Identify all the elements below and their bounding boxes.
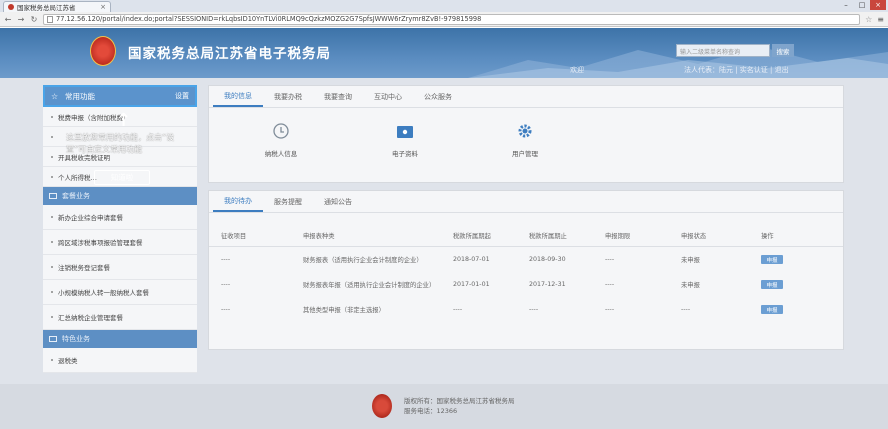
folder-icon [397, 126, 413, 138]
footer-text: 版权所有：国家税务总局江苏省税务局 服务电话：12366 [404, 396, 515, 416]
taxpayer-info-icon [273, 123, 289, 139]
e-documents-shortcut[interactable]: 电子资料 [375, 122, 435, 158]
star-icon: ☆ [51, 91, 59, 101]
column-header: 征收项目 [221, 233, 247, 240]
favorites-label: 常用功能 [65, 91, 95, 101]
user-links[interactable]: 法人代表：陆元 | 实名认证 | 退出 [684, 65, 789, 75]
sidebar-section-header[interactable]: 套餐业务 [43, 187, 197, 205]
close-window-icon[interactable]: × [870, 0, 886, 10]
sidebar-item[interactable]: 退税类 [43, 348, 197, 373]
browser-toolbar: ← → ↻ 77.12.56.120/portal/index.do;porta… [0, 12, 888, 27]
url-text: 77.12.56.120/portal/index.do;portal?SESS… [56, 15, 482, 23]
sidebar-item[interactable]: 汇总纳税企业管理套餐 [43, 305, 197, 330]
task-panel: 我的待办 服务提醒 通知公告 征收项目 申报表种类 税款所属期起 税款所属期止 … [208, 190, 844, 350]
sidebar-item[interactable]: 跨区域涉税事项报验管理套餐 [43, 230, 197, 255]
maximize-icon[interactable]: □ [854, 0, 870, 10]
tax-emblem-logo [90, 36, 116, 66]
column-header: 申报期限 [605, 233, 631, 240]
sidebar-item[interactable]: 注销税务登记套餐 [43, 255, 197, 280]
reload-icon[interactable]: ↻ [30, 15, 38, 24]
info-panel: 我的信息 我要办税 我要查询 互动中心 公众服务 纳税人信息 电子资料 用户管理 [208, 85, 844, 183]
table-row: ---- 财务报表年报（适用执行企业会计制度的企业） 2017-01-01 20… [209, 272, 843, 297]
package-list: 新办企业综合申请套餐 跨区域涉税事项报验管理套餐 注销税务登记套餐 小规模纳税人… [43, 205, 197, 330]
shortcut-area: 纳税人信息 电子资料 用户管理 [209, 108, 843, 182]
feature-list: 退税类 [43, 348, 197, 373]
footer-phone: 服务电话：12366 [404, 407, 458, 415]
sidebar-section-header[interactable]: 特色业务 [43, 330, 197, 348]
site-title: 国家税务总局江苏省电子税务局 [128, 46, 331, 62]
page-icon [47, 15, 53, 23]
page-content: 国家税务总局江苏省电子税务局 输入二级菜单名称查询 搜索 欢迎 法人代表：陆元 … [0, 28, 888, 429]
tab-do-tax[interactable]: 我要办税 [263, 86, 313, 107]
address-bar[interactable]: 77.12.56.120/portal/index.do;portal?SESS… [43, 13, 861, 25]
tab-query[interactable]: 我要查询 [313, 86, 363, 107]
minimize-icon[interactable]: – [838, 0, 854, 10]
sidebar-item[interactable]: 新办企业综合申请套餐 [43, 205, 197, 230]
browser-tab-title: 国家税务总局江苏省 [17, 4, 76, 12]
column-header: 税款所属期止 [529, 233, 567, 240]
footer-copyright: 版权所有：国家税务总局江苏省税务局 [404, 397, 515, 405]
site-banner: 国家税务总局江苏省电子税务局 输入二级菜单名称查询 搜索 欢迎 法人代表：陆元 … [0, 28, 888, 78]
welcome-text: 欢迎 [570, 66, 584, 74]
column-header: 申报状态 [681, 233, 707, 240]
file-return-button[interactable]: 申报 [761, 280, 783, 289]
search-button[interactable]: 搜索 [772, 44, 794, 57]
tab-my-info[interactable]: 我的信息 [213, 86, 263, 107]
sidebar-item[interactable]: 小规模纳税人转一般纳税人套餐 [43, 280, 197, 305]
table-row: ---- 财务报表（适用执行企业会计制度的企业） 2018-07-01 2018… [209, 247, 843, 272]
tab-my-todo[interactable]: 我的待办 [213, 191, 263, 212]
back-icon[interactable]: ← [4, 15, 12, 24]
taxpayer-info-shortcut[interactable]: 纳税人信息 [251, 122, 311, 158]
package-icon [49, 193, 57, 199]
forward-icon[interactable]: → [17, 15, 25, 24]
search-input[interactable]: 输入二级菜单名称查询 [676, 44, 770, 57]
tab-notices[interactable]: 通知公告 [313, 191, 363, 212]
column-header: 申报表种类 [303, 233, 335, 240]
bookmark-star-icon[interactable]: ☆ [865, 15, 872, 24]
tab-service-reminder[interactable]: 服务提醒 [263, 191, 313, 212]
tab-interaction[interactable]: 互动中心 [363, 86, 413, 107]
menu-icon[interactable]: ≡ [877, 15, 884, 24]
task-tabs: 我的待办 服务提醒 通知公告 [209, 191, 843, 213]
column-header: 税款所属期起 [453, 233, 491, 240]
table-header: 征收项目 申报表种类 税款所属期起 税款所属期止 申报期限 申报状态 操作 [209, 225, 843, 247]
browser-tab-bar: 国家税务总局江苏省 × – □ × [0, 0, 888, 12]
site-favicon-icon [8, 4, 14, 10]
footer-logo [372, 394, 392, 418]
user-management-shortcut[interactable]: 用户管理 [495, 122, 555, 158]
file-return-button[interactable]: 申报 [761, 255, 783, 264]
footer: 版权所有：国家税务总局江苏省税务局 服务电话：12366 [0, 384, 888, 429]
tab-public-service[interactable]: 公众服务 [413, 86, 463, 107]
tooltip-arrow-icon: ↑ [116, 110, 132, 131]
gear-icon [518, 124, 532, 138]
column-header: 操作 [761, 233, 774, 240]
file-return-button[interactable]: 申报 [761, 305, 783, 314]
tooltip-text: 这里放您常用的功能，点击“设置”可自定义常用功能 [66, 133, 175, 154]
close-tab-icon[interactable]: × [100, 3, 106, 11]
info-tabs: 我的信息 我要办税 我要查询 互动中心 公众服务 [209, 86, 843, 108]
favorites-settings-link[interactable]: 设置 [175, 91, 189, 101]
window-controls: – □ × [838, 0, 886, 10]
tooltip-dismiss-button[interactable]: 知道啦 [94, 170, 150, 185]
table-row: ---- 其他类型申报（非定主选报） ---- ---- ---- ---- 申… [209, 297, 843, 322]
favorites-header[interactable]: ☆ 常用功能 设置 [43, 85, 197, 107]
feature-icon [49, 336, 57, 342]
browser-tab[interactable]: 国家税务总局江苏省 × [3, 1, 111, 12]
